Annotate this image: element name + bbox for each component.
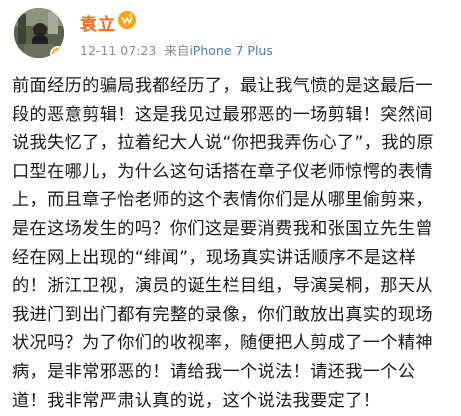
- post-text-line: 段的恶意剪辑！这是我见过最邪恶的一场剪辑！突然间: [12, 104, 433, 125]
- weibo-post: V 袁立 12-11 07:23 来自iPhone 7 Plus 前面经历的骗局…: [0, 0, 461, 416]
- post-text-line: 状况吗？为了你们的收视率，随便把人剪成了一个精神: [12, 333, 433, 354]
- post-text-line: 的！浙江卫视，演员的诞生栏目组，导演吴桐，那天从: [12, 276, 433, 297]
- source-prefix: 来自: [164, 43, 190, 58]
- post-text-line: 前面经历的骗局我都经历了，最让我气愤的是这最后一: [12, 76, 433, 96]
- post-text-line: 口型在哪儿，为什么这句话搭在章子仪老师惊愕的表情: [12, 161, 433, 182]
- post-body: 前面经历的骗局我都经历了，最让我气愤的是这最后一 段的恶意剪辑！这是我见过最邪恶…: [12, 72, 452, 415]
- post-text-line: 上，而且章子怡老师的这个表情你们是从哪里偷剪来，: [12, 190, 433, 211]
- post-timestamp: 12-11 07:23: [80, 43, 157, 58]
- post-header: V 袁立 12-11 07:23 来自iPhone 7 Plus: [14, 6, 444, 62]
- verified-badge-icon: V: [50, 46, 64, 58]
- author-name[interactable]: 袁立: [80, 10, 116, 35]
- post-meta: 12-11 07:23 来自iPhone 7 Plus: [80, 40, 273, 59]
- source-device-link[interactable]: iPhone 7 Plus: [189, 43, 273, 58]
- post-text-line: 我进门到出门都有完整的录像，你们敢放出真实的现场: [12, 304, 433, 325]
- svg-text:V: V: [55, 51, 62, 59]
- post-text-line: 是在这场发生的吗？你们这是要消费我和张国立先生曾: [12, 218, 433, 239]
- weibo-member-icon[interactable]: [118, 11, 136, 29]
- post-text-line: 经在网上出现的“绯闻”，现场真实讲话顺序不是这样: [12, 247, 417, 268]
- post-text-line: 道！我非常严肃认真的说，这个说法我要定了！: [12, 390, 381, 411]
- post-text-line: 病，是非常邪恶的！请给我一个说法！请还我一个公: [12, 361, 416, 382]
- avatar[interactable]: V: [14, 8, 64, 58]
- post-text-line: 说我失忆了，拉着纪大人说“你把我弄伤心了”，我的原: [12, 133, 434, 154]
